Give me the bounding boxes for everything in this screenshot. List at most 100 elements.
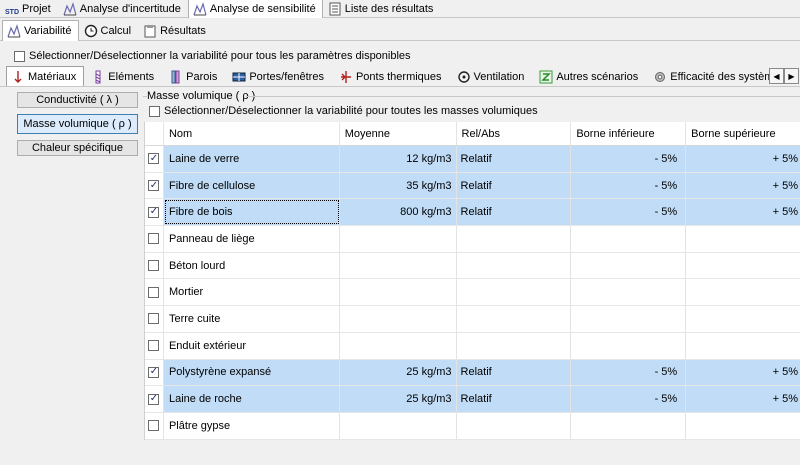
mean-cell[interactable] [340, 332, 457, 359]
relabs-cell[interactable]: Relatif [456, 146, 572, 172]
row-checkbox-cell[interactable] [145, 226, 164, 252]
mean-cell[interactable] [340, 226, 457, 252]
category-tab-autres-scenarios[interactable]: Autres scénarios [534, 66, 646, 86]
relabs-cell[interactable] [457, 306, 572, 332]
mean-cell[interactable] [340, 306, 457, 332]
header-relabs[interactable]: Rel/Abs [457, 122, 572, 145]
select-all-group-row[interactable]: Sélectionner/Déselectionner la variabili… [149, 105, 538, 117]
relabs-cell[interactable] [457, 279, 572, 306]
scroll-right-button[interactable]: ▶ [784, 68, 799, 84]
name-cell[interactable]: Béton lourd [164, 252, 340, 279]
row-checkbox[interactable] [148, 153, 160, 165]
name-cell[interactable]: Mortier [164, 279, 340, 306]
row-checkbox[interactable] [148, 420, 160, 432]
table-row[interactable]: Terre cuite [145, 306, 800, 333]
property-button-conductivite[interactable]: Conductivité ( λ ) [17, 92, 138, 108]
row-checkbox-cell[interactable] [145, 252, 164, 279]
name-cell[interactable]: Laine de verre [163, 146, 340, 172]
scroll-left-button[interactable]: ◀ [769, 68, 784, 84]
property-button-masse-volumique[interactable]: Masse volumique ( ρ ) [17, 114, 138, 134]
sub-tab-calcul[interactable]: Calcul [79, 21, 139, 40]
upper-bound-cell[interactable]: + 5% [686, 199, 800, 226]
upper-bound-cell[interactable] [686, 413, 800, 439]
relabs-cell[interactable] [457, 412, 572, 439]
relabs-cell[interactable] [457, 226, 572, 252]
lower-bound-cell[interactable]: - 5% [571, 172, 687, 199]
mean-cell[interactable]: 800 kg/m3 [339, 199, 457, 226]
lower-bound-cell[interactable] [571, 332, 687, 359]
row-checkbox-cell[interactable] [145, 386, 164, 412]
lower-bound-cell[interactable] [571, 226, 687, 252]
row-checkbox-cell[interactable] [145, 199, 164, 226]
relabs-cell[interactable] [457, 332, 572, 359]
header-moyenne[interactable]: Moyenne [340, 122, 457, 145]
header-borne-sup[interactable]: Borne supérieure [686, 122, 800, 145]
row-checkbox[interactable] [148, 206, 160, 218]
lower-bound-cell[interactable] [571, 412, 687, 439]
table-row[interactable]: Béton lourd [145, 252, 800, 280]
table-row[interactable]: Fibre de cellulose35 kg/m3Relatif- 5%+ 5… [145, 172, 800, 200]
table-row[interactable]: Polystyrène expansé25 kg/m3Relatif- 5%+ … [145, 359, 800, 387]
category-tab-ventilation[interactable]: Ventilation [452, 66, 533, 86]
upper-bound-cell[interactable]: + 5% [686, 359, 800, 386]
top-tab-analyse-de-sensibilite[interactable]: Analyse de sensibilité [187, 0, 323, 18]
relabs-cell[interactable]: Relatif [456, 199, 572, 226]
top-tab-liste-des-resultats[interactable]: Liste des résultats [323, 0, 441, 17]
relabs-cell[interactable]: Relatif [456, 386, 572, 412]
lower-bound-cell[interactable]: - 5% [571, 386, 687, 412]
select-all-params-row[interactable]: Sélectionner/Déselectionner la variabili… [0, 47, 800, 65]
lower-bound-cell[interactable]: - 5% [571, 146, 687, 172]
upper-bound-cell[interactable] [686, 226, 800, 252]
row-checkbox-cell[interactable] [145, 172, 164, 199]
name-cell[interactable]: Polystyrène expansé [163, 359, 340, 386]
mean-cell[interactable]: 25 kg/m3 [339, 386, 457, 412]
row-checkbox-cell[interactable] [145, 306, 164, 332]
category-tab-parois[interactable]: Parois [164, 66, 225, 86]
table-row[interactable]: Laine de roche25 kg/m3Relatif- 5%+ 5% [145, 386, 800, 413]
table-row[interactable]: Mortier [145, 279, 800, 307]
upper-bound-cell[interactable] [686, 253, 800, 279]
table-row[interactable]: Plâtre gypse [145, 412, 800, 440]
name-cell[interactable]: Fibre de bois [163, 199, 340, 226]
table-row[interactable]: Panneau de liège [145, 226, 800, 253]
row-checkbox[interactable] [148, 180, 160, 192]
upper-bound-cell[interactable]: + 5% [686, 172, 800, 199]
row-checkbox-cell[interactable] [145, 146, 164, 172]
row-checkbox[interactable] [148, 340, 160, 352]
relabs-cell[interactable]: Relatif [456, 359, 572, 386]
upper-bound-cell[interactable]: + 5% [686, 146, 800, 172]
name-cell[interactable]: Terre cuite [164, 306, 340, 332]
category-tab-elements[interactable]: Eléments [86, 66, 162, 86]
row-checkbox[interactable] [148, 233, 160, 245]
table-row[interactable]: Fibre de bois800 kg/m3Relatif- 5%+ 5% [145, 199, 800, 227]
lower-bound-cell[interactable]: - 5% [571, 199, 687, 226]
header-borne-inf[interactable]: Borne inférieure [571, 122, 687, 145]
name-cell[interactable]: Laine de roche [163, 386, 340, 412]
name-cell[interactable]: Enduit extérieur [164, 332, 340, 359]
row-checkbox[interactable] [148, 286, 160, 298]
lower-bound-cell[interactable] [571, 252, 687, 279]
table-row[interactable]: Enduit extérieur [145, 332, 800, 360]
category-tab-ponts-thermiques[interactable]: Ponts thermiques [334, 66, 450, 86]
upper-bound-cell[interactable]: + 5% [686, 386, 800, 412]
name-cell[interactable]: Plâtre gypse [164, 412, 340, 439]
row-checkbox-cell[interactable] [145, 332, 164, 359]
mean-cell[interactable] [340, 252, 457, 279]
upper-bound-cell[interactable] [686, 279, 800, 305]
sub-tab-resultats[interactable]: Résultats [138, 21, 213, 40]
row-checkbox-cell[interactable] [145, 279, 164, 306]
category-tab-portes-fenetres[interactable]: Portes/fenêtres [227, 66, 332, 86]
mean-cell[interactable] [340, 279, 457, 306]
row-checkbox[interactable] [148, 260, 160, 272]
relabs-cell[interactable]: Relatif [456, 172, 572, 199]
mean-cell[interactable]: 12 kg/m3 [339, 146, 457, 172]
header-nom[interactable]: Nom [164, 122, 340, 145]
mean-cell[interactable] [340, 412, 457, 439]
row-checkbox-cell[interactable] [145, 359, 164, 386]
top-tab-analyse-d-incertitude[interactable]: Analyse d'incertitude [58, 0, 188, 17]
mean-cell[interactable]: 35 kg/m3 [339, 172, 457, 199]
row-checkbox[interactable] [148, 366, 160, 378]
sub-tab-variabilite[interactable]: Variabilité [2, 20, 79, 41]
row-checkbox[interactable] [148, 393, 160, 405]
row-checkbox[interactable] [148, 313, 160, 325]
